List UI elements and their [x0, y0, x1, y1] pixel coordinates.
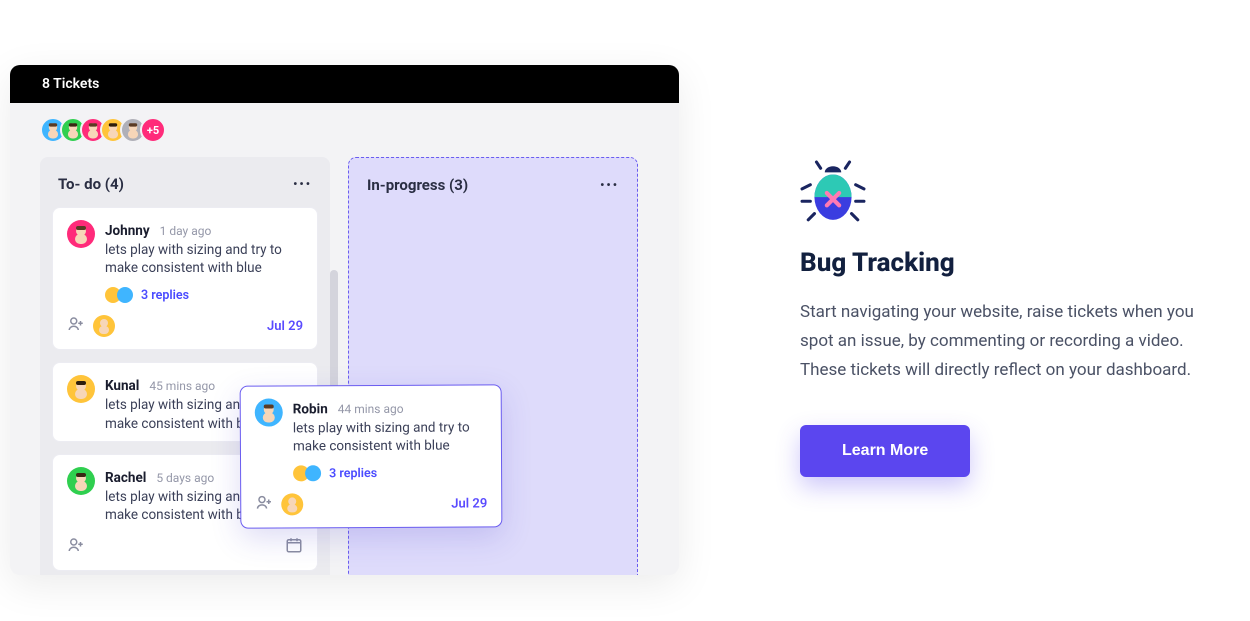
avatar	[67, 375, 95, 403]
card-time: 44 mins ago	[338, 402, 404, 416]
feature-title: Bug Tracking	[800, 248, 1230, 278]
ticket-card[interactable]: Johnny 1 day ago lets play with sizing a…	[52, 207, 318, 350]
card-description: lets play with sizing and try to make co…	[293, 418, 487, 455]
card-date: Jul 29	[451, 496, 487, 511]
dragging-card[interactable]: Robin 44 mins ago lets play with sizing …	[240, 384, 503, 529]
participants-row: +5	[40, 117, 649, 143]
avatar	[67, 220, 95, 248]
card-author: Johnny	[105, 223, 150, 239]
card-description: lets play with sizing and try to make co…	[105, 241, 303, 277]
assignee-avatar[interactable]	[93, 315, 115, 337]
card-time: 1 day ago	[160, 224, 212, 238]
card-date: Jul 29	[267, 319, 303, 334]
assignee-avatar[interactable]	[281, 494, 303, 516]
reply-avatars	[105, 287, 133, 303]
card-time: 5 days ago	[156, 471, 214, 485]
more-icon[interactable]: •••	[600, 178, 619, 192]
avatar-more[interactable]: +5	[140, 117, 166, 143]
avatar	[255, 398, 283, 426]
card-time: 45 mins ago	[149, 379, 215, 393]
column-title: To- do (4)	[58, 175, 124, 193]
card-author: Rachel	[105, 470, 146, 486]
assign-user-icon[interactable]	[67, 536, 85, 558]
more-icon[interactable]: •••	[293, 177, 312, 191]
reply-avatars	[293, 466, 321, 482]
kanban-window: 8 Tickets +5 To- do (4) •••	[10, 65, 679, 575]
avatar	[67, 467, 95, 495]
replies-link[interactable]: 3 replies	[141, 288, 189, 303]
replies-link[interactable]: 3 replies	[329, 466, 377, 481]
column-title: In-progress (3)	[367, 176, 468, 194]
calendar-icon[interactable]	[285, 536, 303, 558]
window-title: 8 Tickets	[42, 76, 99, 92]
assign-user-icon[interactable]	[255, 494, 273, 516]
learn-more-button[interactable]: Learn More	[800, 425, 970, 477]
assign-user-icon[interactable]	[67, 315, 85, 337]
scrollbar[interactable]	[330, 270, 338, 390]
bug-icon	[800, 160, 866, 226]
card-author: Kunal	[105, 378, 139, 394]
feature-description: Start navigating your website, raise tic…	[800, 298, 1230, 385]
window-header: 8 Tickets	[10, 65, 679, 103]
card-author: Robin	[293, 401, 328, 417]
